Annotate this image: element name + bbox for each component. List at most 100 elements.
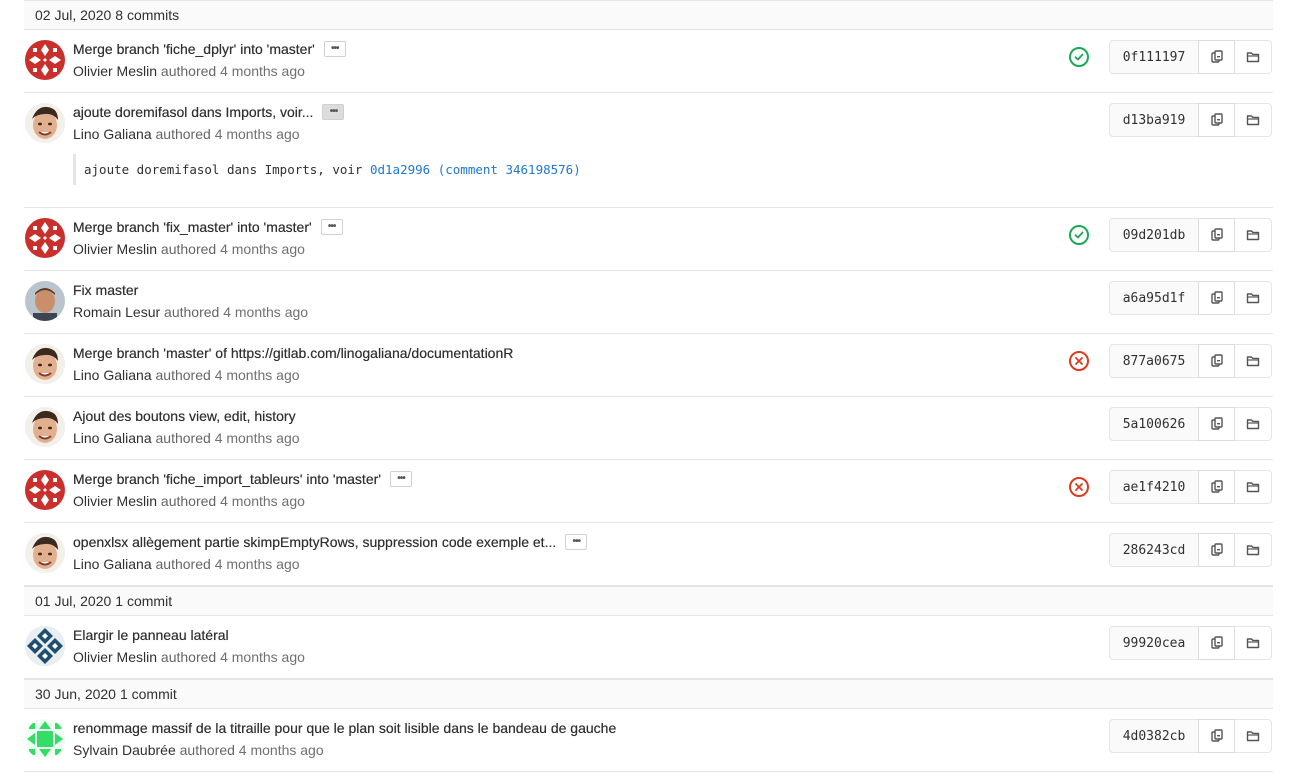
copy-sha-button[interactable]: [1198, 533, 1235, 567]
folder-icon: [1246, 291, 1260, 305]
copy-sha-button[interactable]: [1198, 719, 1235, 753]
commit-actions: ae1f4210: [1109, 470, 1272, 504]
commit-meta: Olivier Meslin authored 4 months ago: [73, 241, 305, 257]
copy-icon: [1210, 291, 1224, 305]
commit-title-link[interactable]: Elargir le panneau latéral: [73, 627, 229, 643]
commit-title-link[interactable]: Merge branch 'fiche_import_tableurs' int…: [73, 471, 381, 487]
author-avatar[interactable]: [25, 103, 65, 143]
commit-row: Ajout des boutons view, edit, history Lin…: [24, 397, 1273, 460]
commit-title-link[interactable]: Merge branch 'master' of https://gitlab.…: [73, 345, 513, 361]
commit-title-link[interactable]: Fix master: [73, 282, 138, 298]
commit-author-link[interactable]: Olivier Meslin: [73, 649, 157, 665]
day-header: 02 Jul, 2020 8 commits: [24, 0, 1273, 30]
browse-files-button[interactable]: [1235, 344, 1272, 378]
commit-author-link[interactable]: Lino Galiana: [73, 126, 152, 142]
copy-sha-button[interactable]: [1198, 626, 1235, 660]
browse-files-button[interactable]: [1235, 719, 1272, 753]
copy-icon: [1210, 543, 1224, 557]
copy-icon: [1210, 480, 1224, 494]
authored-label: authored: [160, 649, 217, 665]
commit-row: renommage massif de la titraille pour qu…: [24, 709, 1273, 772]
commit-sha-label[interactable]: a6a95d1f: [1109, 281, 1198, 315]
commit-time: 4 months ago: [214, 367, 300, 383]
commit-title-link[interactable]: openxlsx allègement partie skimpEmptyRow…: [73, 534, 556, 550]
browse-files-button[interactable]: [1235, 533, 1272, 567]
browse-files-button[interactable]: [1235, 103, 1272, 137]
author-avatar[interactable]: [25, 344, 65, 384]
commit-sha-label[interactable]: ae1f4210: [1109, 470, 1198, 504]
author-avatar[interactable]: [25, 626, 65, 666]
description-comment-link[interactable]: (comment 346198576): [438, 162, 581, 177]
browse-files-button[interactable]: [1235, 407, 1272, 441]
commit-sha-label[interactable]: 877a0675: [1109, 344, 1198, 378]
commit-sha-label[interactable]: 99920cea: [1109, 626, 1198, 660]
commit-sha-label[interactable]: 4d0382cb: [1109, 719, 1198, 753]
commit-sha-label[interactable]: 09d201db: [1109, 218, 1198, 252]
pipeline-failed-icon[interactable]: [1069, 351, 1089, 371]
authored-label: authored: [155, 556, 211, 572]
commit-title-link[interactable]: Merge branch 'fix_master' into 'master': [73, 219, 312, 235]
authored-label: authored: [160, 241, 217, 257]
author-avatar[interactable]: [25, 218, 65, 258]
toggle-description-button[interactable]: •••: [389, 471, 412, 487]
commit-author-link[interactable]: Sylvain Daubrée: [73, 742, 176, 758]
copy-sha-button[interactable]: [1198, 103, 1235, 137]
pipeline-failed-icon[interactable]: [1069, 477, 1089, 497]
commit-author-link[interactable]: Olivier Meslin: [73, 241, 157, 257]
commit-time: 4 months ago: [214, 430, 300, 446]
browse-files-button[interactable]: [1235, 40, 1272, 74]
commit-description: ajoute doremifasol dans Imports, voir 0d…: [73, 154, 581, 185]
browse-files-button[interactable]: [1235, 626, 1272, 660]
day-date: 01 Jul, 2020: [35, 593, 112, 609]
toggle-description-button[interactable]: •••: [320, 219, 343, 235]
commit-author-link[interactable]: Lino Galiana: [73, 367, 152, 383]
copy-icon: [1210, 113, 1224, 127]
author-avatar[interactable]: [25, 407, 65, 447]
browse-files-button[interactable]: [1235, 470, 1272, 504]
commit-title-link[interactable]: ajoute doremifasol dans Imports, voir...: [73, 104, 313, 120]
commit-author-link[interactable]: Lino Galiana: [73, 556, 152, 572]
author-avatar[interactable]: [25, 281, 65, 321]
copy-sha-button[interactable]: [1198, 407, 1235, 441]
author-avatar[interactable]: [25, 533, 65, 573]
commit-sha-label[interactable]: d13ba919: [1109, 103, 1198, 137]
authored-label: authored: [164, 304, 220, 320]
commit-sha-label[interactable]: 0f111197: [1109, 40, 1198, 74]
commit-title-row: Fix master: [73, 282, 138, 298]
copy-icon: [1210, 729, 1224, 743]
commit-author-link[interactable]: Olivier Meslin: [73, 493, 157, 509]
commit-actions: 4d0382cb: [1109, 719, 1272, 753]
commit-title-link[interactable]: Ajout des boutons view, edit, history: [73, 408, 296, 424]
toggle-description-button[interactable]: •••: [565, 534, 588, 550]
commit-title-row: Merge branch 'master' of https://gitlab.…: [73, 345, 513, 361]
commit-sha-label[interactable]: 286243cd: [1109, 533, 1198, 567]
author-avatar[interactable]: [25, 40, 65, 80]
author-avatar[interactable]: [25, 470, 65, 510]
toggle-description-button[interactable]: •••: [322, 104, 345, 120]
description-commit-link[interactable]: 0d1a2996: [370, 162, 430, 177]
browse-files-button[interactable]: [1235, 281, 1272, 315]
folder-icon: [1246, 50, 1260, 64]
commit-title-link[interactable]: Merge branch 'fiche_dplyr' into 'master': [73, 41, 315, 57]
folder-icon: [1246, 228, 1260, 242]
commit-sha-label[interactable]: 5a100626: [1109, 407, 1198, 441]
pipeline-passed-icon[interactable]: [1069, 225, 1089, 245]
commit-author-link[interactable]: Lino Galiana: [73, 430, 152, 446]
authored-label: authored: [155, 126, 211, 142]
toggle-description-button[interactable]: •••: [323, 41, 346, 57]
copy-sha-button[interactable]: [1198, 40, 1235, 74]
commit-time: 4 months ago: [214, 126, 300, 142]
commit-title-link[interactable]: renommage massif de la titraille pour qu…: [73, 720, 616, 736]
author-avatar[interactable]: [25, 719, 65, 759]
copy-sha-button[interactable]: [1198, 281, 1235, 315]
commit-row: Merge branch 'fix_master' into 'master' •…: [24, 208, 1273, 271]
pipeline-passed-icon[interactable]: [1069, 47, 1089, 67]
commit-author-link[interactable]: Romain Lesur: [73, 304, 160, 320]
browse-files-button[interactable]: [1235, 218, 1272, 252]
copy-sha-button[interactable]: [1198, 218, 1235, 252]
copy-sha-button[interactable]: [1198, 470, 1235, 504]
copy-sha-button[interactable]: [1198, 344, 1235, 378]
commit-author-link[interactable]: Olivier Meslin: [73, 63, 157, 79]
commit-actions: d13ba919: [1109, 103, 1272, 137]
commit-title-row: Merge branch 'fix_master' into 'master' •…: [73, 219, 343, 235]
